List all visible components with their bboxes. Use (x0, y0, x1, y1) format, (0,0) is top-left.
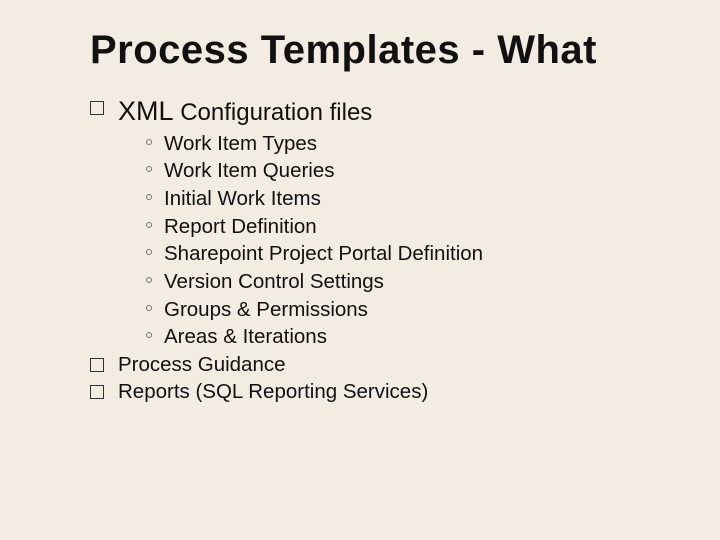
xml-prefix: XML (118, 96, 174, 126)
ring-bullet-icon (146, 222, 152, 228)
ring-bullet-icon (146, 249, 152, 255)
sub-item-label: Version Control Settings (164, 270, 384, 293)
sub-item: Sharepoint Project Portal Definition (146, 240, 680, 268)
sub-item-label: Work Item Types (164, 132, 317, 155)
list-item-xml-config: XML Configuration files Work Item Types … (90, 94, 680, 351)
ring-bullet-icon (146, 166, 152, 172)
top-item-label: Reports (SQL Reporting Services) (118, 380, 428, 403)
sub-item-label: Groups & Permissions (164, 298, 368, 321)
sub-item: Work Item Types (146, 130, 680, 158)
sub-item: Work Item Queries (146, 157, 680, 185)
square-bullet-icon (90, 385, 104, 399)
ring-bullet-icon (146, 139, 152, 145)
sub-item-label: Initial Work Items (164, 187, 321, 210)
sub-item: Groups & Permissions (146, 296, 680, 324)
sub-item-label: Report Definition (164, 215, 317, 238)
xml-rest: Configuration files (174, 99, 373, 126)
slide-title: Process Templates - What (90, 28, 680, 72)
content-list: XML Configuration files Work Item Types … (90, 94, 680, 405)
list-item-process-guidance: Process Guidance (90, 351, 680, 378)
ring-bullet-icon (146, 277, 152, 283)
slide: Process Templates - What XML Configurati… (0, 0, 720, 540)
sub-item: Initial Work Items (146, 185, 680, 213)
list-item-reports: Reports (SQL Reporting Services) (90, 378, 680, 405)
sub-item: Areas & Iterations (146, 323, 680, 351)
square-bullet-icon (90, 358, 104, 372)
sub-item: Report Definition (146, 213, 680, 241)
square-bullet-icon (90, 101, 104, 115)
sub-item-label: Sharepoint Project Portal Definition (164, 242, 483, 265)
sub-list: Work Item Types Work Item Queries Initia… (146, 130, 680, 351)
sub-item: Version Control Settings (146, 268, 680, 296)
ring-bullet-icon (146, 194, 152, 200)
sub-item-label: Work Item Queries (164, 159, 335, 182)
top-item-label: Process Guidance (118, 353, 286, 376)
ring-bullet-icon (146, 332, 152, 338)
sub-item-label: Areas & Iterations (164, 325, 327, 348)
ring-bullet-icon (146, 305, 152, 311)
